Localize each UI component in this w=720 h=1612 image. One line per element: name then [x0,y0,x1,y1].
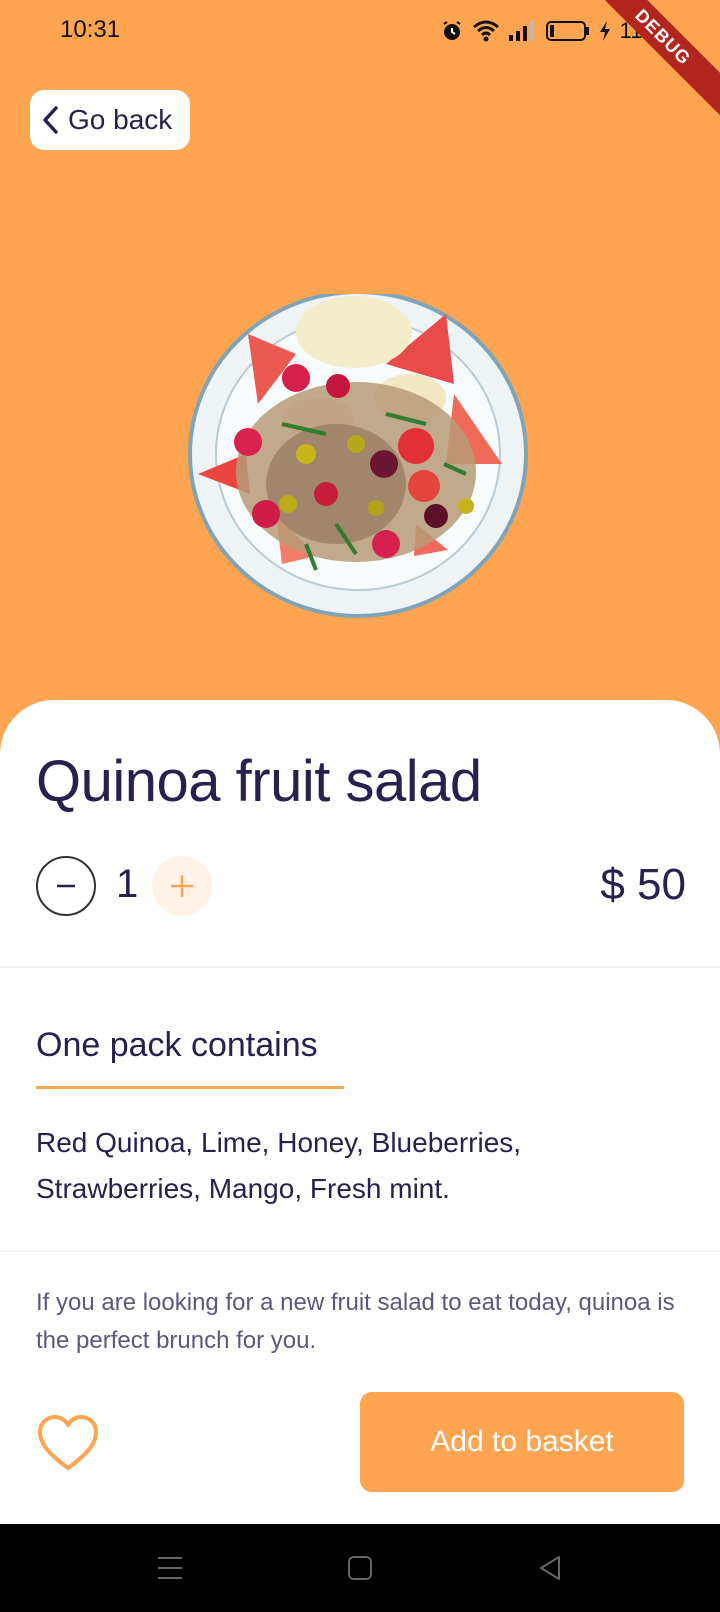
divider [0,966,720,968]
alarm-icon [443,21,461,40]
product-description: If you are looking for a new fruit salad… [36,1289,675,1354]
chevron-left-icon [43,106,58,134]
heart-outline-icon [38,1415,98,1470]
section-underline [36,1086,344,1089]
signal-icon [508,21,534,41]
product-price: $ 50 [600,860,686,909]
menu-nav-button[interactable] [140,1538,200,1598]
salad-plate-image [188,294,528,618]
quantity-value: 1 [116,862,139,906]
minus-icon [57,884,75,888]
quantity-row: 1 $ 50 [36,856,686,918]
status-time: 10:31 [60,16,121,43]
increase-quantity-button[interactable] [152,856,212,916]
plus-icon [171,875,193,897]
decrease-quantity-button[interactable] [36,856,96,916]
back-nav-button[interactable] [520,1538,580,1598]
home-icon [348,1556,372,1580]
favorite-button[interactable] [36,1414,100,1474]
menu-icon [158,1557,182,1579]
wifi-icon [472,20,499,42]
system-navigation-bar [0,1524,720,1612]
product-details-sheet: Quinoa fruit salad 1 $ 50 One pack conta… [0,700,720,1524]
divider [0,1250,720,1252]
add-to-basket-button[interactable]: Add to basket [360,1392,684,1492]
home-nav-button[interactable] [330,1538,390,1598]
go-back-label: Go back [68,104,173,135]
back-icon [540,1556,560,1580]
go-back-button[interactable]: Go back [30,90,190,150]
pack-contents-title: One pack contains [36,1026,318,1064]
status-bar: 10:31 11% DEBUG [0,0,720,129]
charging-icon [599,21,610,41]
ingredients-text: Red Quinoa, Lime, Honey, Blueberries, St… [36,1127,522,1204]
product-title: Quinoa fruit salad [36,749,482,814]
battery-icon [545,21,589,41]
